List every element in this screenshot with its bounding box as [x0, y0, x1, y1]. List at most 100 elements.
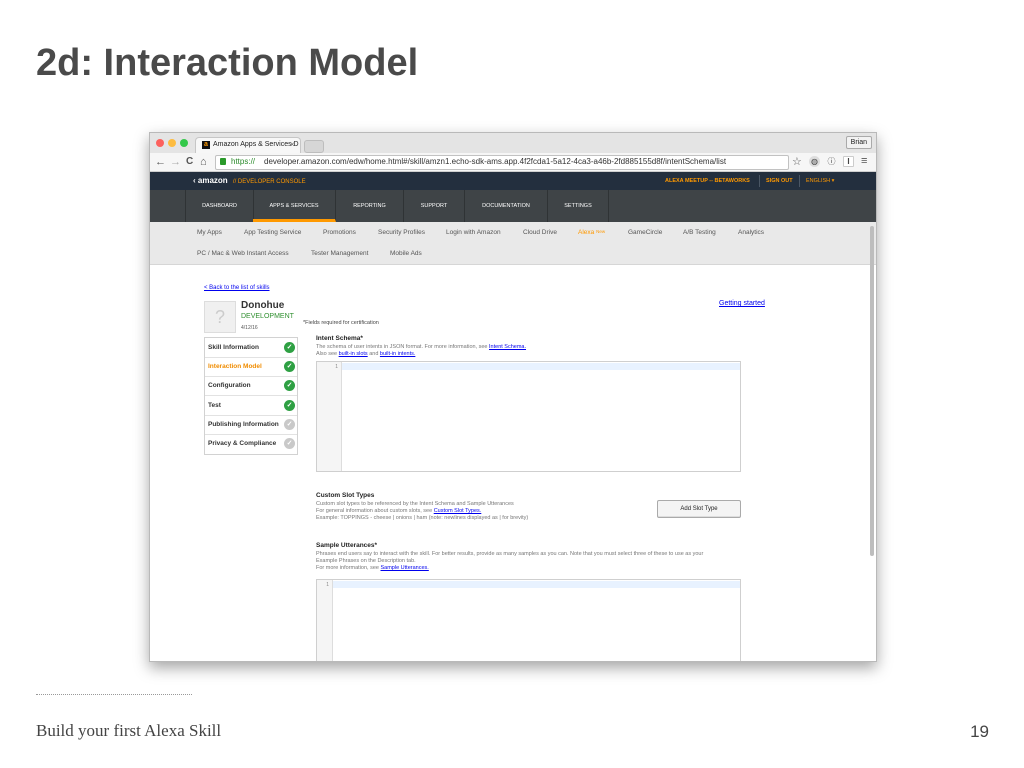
reload-icon[interactable]: C	[186, 155, 193, 169]
subnav-my-apps[interactable]: My Apps	[197, 229, 222, 236]
check-icon: ✓	[284, 400, 295, 411]
subnav-cloud-drive[interactable]: Cloud Drive	[523, 229, 557, 236]
browser-tab[interactable]: a Amazon Apps & Services D ×	[195, 137, 301, 154]
maximize-window-button[interactable]	[180, 139, 188, 147]
sample-utterances-link[interactable]: Sample Utterances.	[381, 565, 429, 571]
editor-gutter: 1	[317, 362, 342, 471]
step-label: Configuration	[208, 382, 251, 389]
check-icon: ✓	[284, 380, 295, 391]
close-window-button[interactable]	[156, 139, 164, 147]
topbar-divider	[759, 175, 760, 187]
required-fields-note: *Fields required for certification	[303, 320, 379, 326]
subnav-security-profiles[interactable]: Security Profiles	[378, 229, 425, 236]
lock-icon	[220, 158, 226, 165]
forward-arrow-icon[interactable]: →	[170, 155, 181, 169]
intent-schema-link[interactable]: Intent Schema.	[489, 344, 526, 350]
new-tab-button[interactable]	[304, 140, 324, 153]
menu-icon[interactable]: ≡	[861, 154, 867, 168]
topbar-divider	[799, 175, 800, 187]
desc-text: Also see	[316, 351, 339, 357]
page-scrollbar[interactable]	[870, 226, 874, 556]
url-scheme: https://	[231, 157, 256, 166]
nav-settings[interactable]: SETTINGS	[548, 190, 609, 222]
back-arrow-icon[interactable]: ←	[155, 155, 166, 169]
skill-date: 4/12/16	[241, 325, 258, 331]
step-publishing-information[interactable]: Publishing Information ✓	[205, 415, 297, 435]
back-to-skills-link[interactable]: < Back to the list of skills	[204, 285, 270, 291]
subnav-promotions[interactable]: Promotions	[323, 229, 356, 236]
subnav-gamecircle[interactable]: GameCircle	[628, 229, 662, 236]
line-number: 1	[326, 582, 329, 588]
nav-dashboard[interactable]: DASHBOARD	[185, 190, 254, 222]
built-in-slots-link[interactable]: built-in slots	[339, 351, 368, 357]
skill-name: Donohue	[241, 300, 285, 311]
bookmark-star-icon[interactable]: ☆	[792, 155, 802, 169]
subnav-login-amazon[interactable]: Login with Amazon	[446, 229, 501, 236]
step-label: Interaction Model	[208, 363, 262, 370]
line-number: 1	[335, 364, 338, 370]
check-icon: ✓	[284, 361, 295, 372]
subnav-ab-testing[interactable]: A/B Testing	[683, 229, 716, 236]
subnav-instant-access[interactable]: PC / Mac & Web Instant Access	[197, 250, 289, 257]
intent-schema-editor[interactable]: 1	[316, 361, 741, 472]
getting-started-link[interactable]: Getting started	[719, 300, 765, 307]
editor-gutter: 1	[317, 580, 333, 661]
text-extension-icon[interactable]: I	[843, 156, 854, 167]
sign-out-link[interactable]: SIGN OUT	[766, 178, 793, 184]
amazon-logo-text: ‹ amazon	[193, 176, 228, 185]
footer-divider	[36, 694, 192, 695]
skill-steps-menu: Skill Information ✓ Interaction Model ✓ …	[204, 337, 298, 455]
info-extension-icon[interactable]: ⓘ	[826, 156, 837, 167]
main-nav: DASHBOARD APPS & SERVICES REPORTING SUPP…	[150, 190, 876, 222]
browser-window: a Amazon Apps & Services D × Brian ← → C…	[149, 132, 877, 662]
step-label: Test	[208, 402, 221, 409]
slide-title: 2d: Interaction Model	[36, 42, 419, 84]
sample-utterances-title: Sample Utterances*	[316, 542, 378, 549]
desc-text: Example: TOPPINGS - cheese | onions | ha…	[316, 515, 529, 521]
home-icon[interactable]: ⌂	[200, 155, 207, 169]
tab-close-icon[interactable]: ×	[290, 140, 295, 149]
check-icon: ✓	[284, 342, 295, 353]
amazon-logo[interactable]: ‹ amazon // DEVELOPER CONSOLE	[193, 176, 306, 185]
meetup-account-link[interactable]: ALEXA MEETUP -- BETAWORKS	[665, 178, 750, 184]
step-privacy-compliance[interactable]: Privacy & Compliance ✓	[205, 434, 297, 453]
check-icon: ✓	[284, 438, 295, 449]
desc-text: The schema of user intents in JSON forma…	[316, 344, 490, 350]
subnav-tester-management[interactable]: Tester Management	[311, 250, 368, 257]
page-number: 19	[970, 722, 989, 741]
intent-schema-description: The schema of user intents in JSON forma…	[316, 344, 526, 358]
nav-reporting[interactable]: REPORTING	[336, 190, 404, 222]
subnav-mobile-ads[interactable]: Mobile Ads	[390, 250, 422, 257]
sample-utterances-editor[interactable]: 1	[316, 579, 741, 661]
developer-console-label: // DEVELOPER CONSOLE	[232, 179, 306, 185]
profile-button[interactable]: Brian	[845, 136, 872, 149]
new-badge: New	[596, 229, 606, 234]
nav-documentation[interactable]: DOCUMENTATION	[465, 190, 548, 222]
step-skill-information[interactable]: Skill Information ✓	[205, 338, 297, 358]
subnav-alexa-label: Alexa	[578, 229, 595, 236]
add-slot-type-button[interactable]: Add Slot Type	[657, 500, 741, 518]
nav-support[interactable]: SUPPORT	[404, 190, 465, 222]
minimize-window-button[interactable]	[168, 139, 176, 147]
language-selector[interactable]: ENGLISH ▾	[806, 178, 834, 184]
custom-slot-types-title: Custom Slot Types	[316, 492, 375, 499]
step-test[interactable]: Test ✓	[205, 396, 297, 416]
subnav-app-testing[interactable]: App Testing Service	[244, 229, 301, 236]
editor-active-line	[342, 363, 740, 370]
step-interaction-model[interactable]: Interaction Model ✓	[205, 357, 297, 377]
nav-apps-services[interactable]: APPS & SERVICES	[253, 190, 336, 222]
extension-icon[interactable]: ◍	[809, 156, 820, 167]
custom-slot-types-link[interactable]: Custom Slot Types.	[434, 508, 482, 514]
built-in-intents-link[interactable]: built-in intents.	[380, 351, 415, 357]
skill-editor: < Back to the list of skills ? Donohue D…	[150, 265, 876, 661]
subnav-alexa[interactable]: Alexa New	[578, 229, 605, 236]
desc-text: Example Phrases on the Description tab.	[316, 558, 416, 564]
custom-slot-types-description: Custom slot types to be referenced by th…	[316, 501, 528, 522]
url-input[interactable]: https:// developer.amazon.com/edw/home.h…	[215, 155, 789, 170]
tab-strip: a Amazon Apps & Services D × Brian	[150, 133, 876, 154]
subnav-analytics[interactable]: Analytics	[738, 229, 764, 236]
developer-console-page: ‹ amazon // DEVELOPER CONSOLE ALEXA MEET…	[150, 172, 876, 661]
desc-text: Custom slot types to be referenced by th…	[316, 501, 514, 507]
amazon-favicon-icon: a	[202, 141, 210, 149]
step-configuration[interactable]: Configuration ✓	[205, 376, 297, 396]
